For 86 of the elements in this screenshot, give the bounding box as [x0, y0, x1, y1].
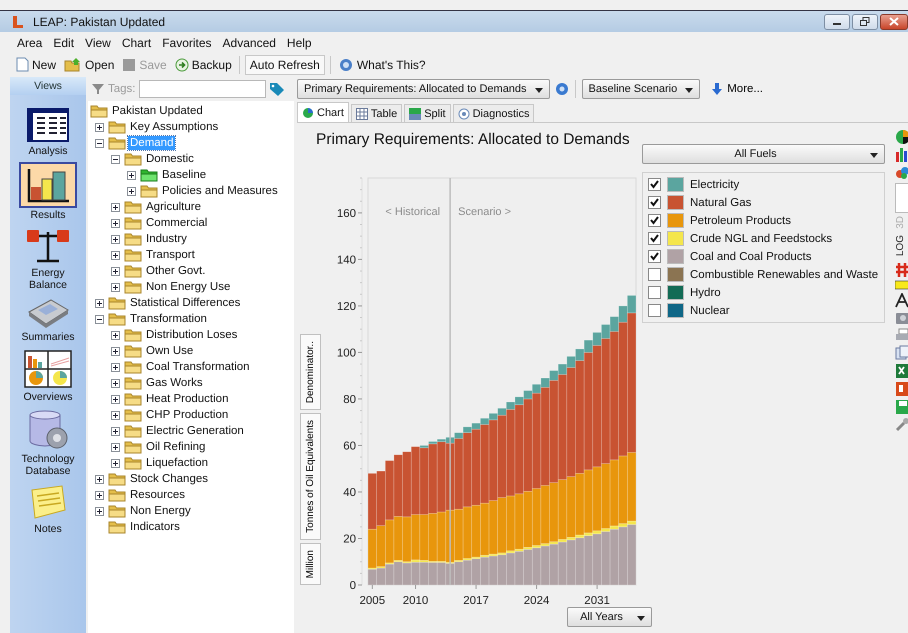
tree-item[interactable]: Other Govt.: [144, 264, 208, 278]
tree-item[interactable]: Oil Refining: [144, 440, 208, 454]
tree-item[interactable]: Commercial: [144, 216, 210, 230]
y-tick-label: 60: [343, 440, 356, 452]
view-tab[interactable]: Table: [350, 104, 402, 122]
legend-label: Crude NGL and Feedstocks: [690, 232, 832, 244]
y-tick-label: 140: [336, 254, 356, 266]
y-tick-label: 20: [343, 533, 356, 546]
window-title: LEAP: Pakistan Updated: [33, 14, 166, 28]
unit-button[interactable]: Million: [300, 542, 321, 585]
y-tick-label: 0: [350, 580, 356, 592]
tree-item[interactable]: Policies and Measures: [160, 184, 280, 198]
open-button[interactable]: Open: [62, 57, 116, 72]
variable-dropdown[interactable]: Primary Requirements: Allocated to Demands: [297, 79, 550, 99]
menu-item[interactable]: Advanced: [222, 36, 276, 50]
years-dropdown[interactable]: All Years: [567, 607, 652, 627]
y-tick-label: 80: [343, 394, 356, 406]
tree-item[interactable]: Resources: [128, 488, 187, 502]
tree-item[interactable]: Stock Changes: [128, 472, 210, 486]
legend-label: Petroleum Products: [690, 214, 791, 226]
tree-item[interactable]: Heat Production: [144, 392, 230, 406]
y-tick-label: 160: [336, 208, 356, 220]
x-tick-label: 2010: [402, 595, 428, 607]
menu-item[interactable]: Chart: [122, 36, 152, 50]
tags-label: Tags:: [108, 83, 136, 95]
fuels-dropdown[interactable]: All Fuels: [642, 144, 885, 164]
tree-item[interactable]: Non Energy Use: [144, 280, 232, 294]
view-button[interactable]: Notes: [12, 482, 84, 535]
tree-item[interactable]: Industry: [144, 232, 189, 246]
view-tab[interactable]: Diagnostics: [452, 104, 534, 122]
scenario-dropdown[interactable]: Baseline Scenario: [582, 79, 700, 99]
auto-refresh-toggle[interactable]: Auto Refresh: [244, 54, 325, 74]
tree-item[interactable]: Agriculture: [144, 200, 203, 214]
x-tick-label: 2017: [463, 595, 489, 607]
view-tab[interactable]: Chart: [297, 102, 349, 122]
chart-title: Primary Requirements: Allocated to Demands: [315, 130, 631, 150]
period-label: Scenario >: [458, 206, 512, 218]
help-button[interactable]: What's This?: [336, 58, 428, 72]
view-button[interactable]: Analysis: [12, 106, 84, 157]
tree-item[interactable]: Baseline: [160, 168, 208, 182]
tree-item[interactable]: Non Energy: [128, 504, 193, 518]
tree-item[interactable]: Transformation: [128, 312, 209, 326]
period-label: < Historical: [385, 206, 440, 218]
tree-item[interactable]: Gas Works: [144, 376, 205, 390]
more-button[interactable]: More...: [705, 81, 770, 97]
tree-item[interactable]: Domestic: [144, 152, 196, 166]
legend-label: Electricity: [690, 178, 740, 190]
tree-item[interactable]: Own Use: [144, 344, 196, 358]
legend-label: Combustible Renewables and Waste: [690, 268, 878, 280]
new-button[interactable]: New: [14, 57, 58, 72]
y-tick-label: 100: [336, 347, 356, 360]
menu-item[interactable]: View: [85, 36, 111, 50]
y-tick-label: 120: [336, 300, 356, 313]
menu-item[interactable]: Help: [286, 36, 312, 50]
x-tick-label: 2024: [524, 595, 550, 607]
tree-item[interactable]: Distribution Loses: [144, 328, 240, 342]
tree-item[interactable]: Indicators: [128, 520, 182, 534]
unit-button[interactable]: Tonnes of Oil Equivalents: [300, 412, 321, 540]
view-button[interactable]: Summaries: [12, 296, 84, 343]
tree-item[interactable]: Key Assumptions: [128, 120, 220, 134]
tree-item[interactable]: CHP Production: [144, 408, 230, 422]
view-button[interactable]: Results: [12, 162, 84, 221]
menu-item[interactable]: Favorites: [162, 36, 212, 50]
legend-label: Natural Gas: [690, 196, 752, 208]
legend-label: Nuclear: [690, 304, 730, 316]
x-tick-label: 2031: [584, 595, 610, 607]
view-button[interactable]: Energy Balance: [12, 226, 84, 291]
tree-item[interactable]: Statistical Differences: [128, 296, 242, 310]
unit-button[interactable]: Denominator..: [300, 334, 321, 410]
tree-item[interactable]: Electric Generation: [144, 424, 246, 438]
tree-item[interactable]: Pakistan Updated: [110, 104, 205, 118]
tree-item[interactable]: Transport: [144, 248, 197, 262]
view-button[interactable]: Overviews: [12, 348, 84, 403]
menu-item[interactable]: Edit: [53, 36, 74, 50]
menu-item[interactable]: Area: [17, 36, 42, 50]
view-tab[interactable]: Split: [404, 104, 451, 122]
view-button[interactable]: Technology Database: [12, 408, 84, 477]
axis-option-button[interactable]: LOG: [895, 234, 907, 259]
y-tick-label: 40: [343, 486, 356, 499]
backup-button[interactable]: Backup: [172, 58, 234, 72]
views-header: Views: [10, 77, 86, 95]
legend-label: Hydro: [690, 286, 721, 298]
tree-item[interactable]: Coal Transformation: [144, 360, 252, 374]
tree-item[interactable]: Liquefaction: [144, 456, 210, 470]
x-tick-label: 2005: [360, 595, 386, 607]
legend-label: Coal and Coal Products: [690, 250, 812, 262]
